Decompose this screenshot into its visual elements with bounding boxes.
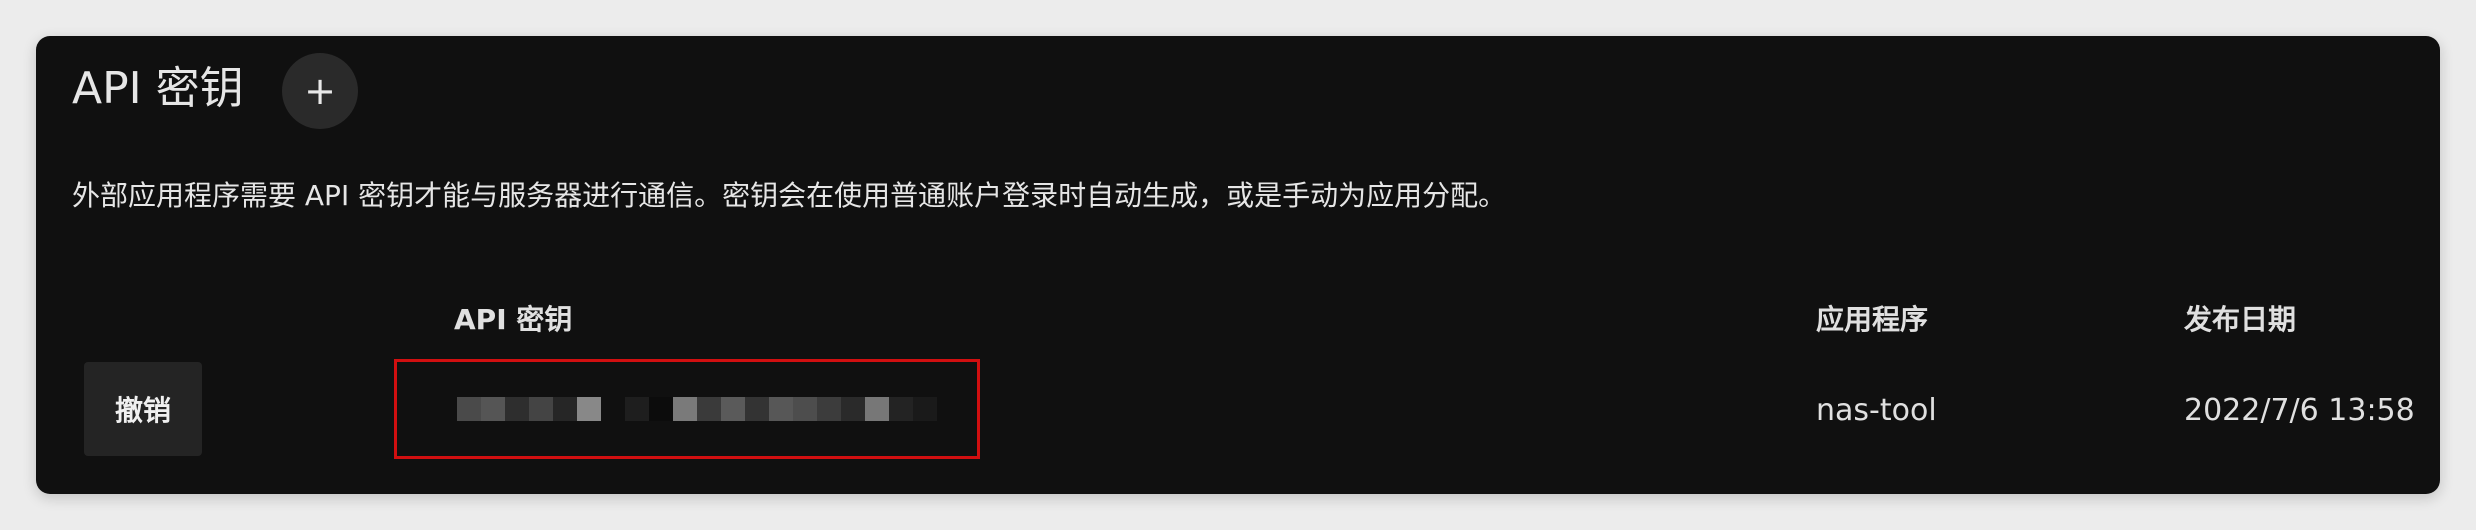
revoke-button[interactable]: 撤销: [84, 362, 202, 456]
page-title: API 密钥: [72, 63, 244, 114]
date-issued-cell: 2022/7/6 13:58: [2184, 393, 2415, 428]
column-header-api-key: API 密钥: [454, 303, 573, 336]
add-api-key-button[interactable]: +: [282, 53, 358, 129]
api-key-cell: [394, 359, 980, 459]
redacted-api-key: [457, 397, 937, 421]
description-text: 外部应用程序需要 API 密钥才能与服务器进行通信。密钥会在使用普通账户登录时自…: [72, 179, 1507, 212]
column-header-date: 发布日期: [2184, 303, 2297, 336]
plus-icon: +: [304, 69, 336, 113]
app-name-cell: nas-tool: [1816, 393, 1937, 428]
api-keys-panel: API 密钥 + 外部应用程序需要 API 密钥才能与服务器进行通信。密钥会在使…: [36, 36, 2440, 494]
column-header-app: 应用程序: [1816, 303, 1929, 336]
